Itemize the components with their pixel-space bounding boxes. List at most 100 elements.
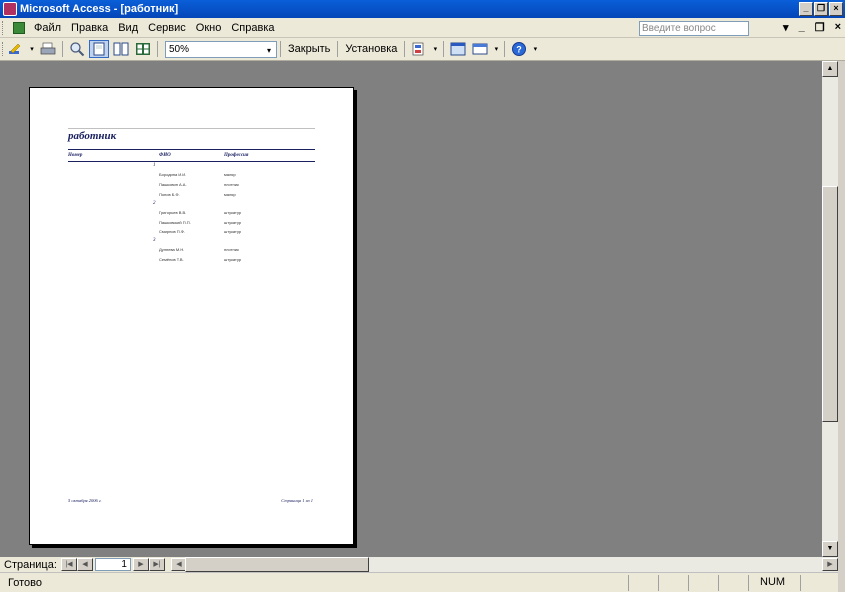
- mdi-close-button[interactable]: ×: [835, 21, 841, 34]
- column-header-number: Номер: [68, 153, 83, 158]
- status-panel: [718, 575, 719, 591]
- row-fio: Бородина И.И.: [159, 172, 187, 177]
- row-profession: плотник: [224, 247, 239, 252]
- row-profession: штукатур: [224, 257, 242, 262]
- row-profession: штукатур: [224, 229, 242, 234]
- menu-edit[interactable]: Правка: [66, 19, 113, 37]
- num-lock-indicator: NUM: [760, 576, 786, 588]
- zoom-combobox[interactable]: 50% ▾: [165, 40, 277, 58]
- toolbar-separator: [504, 41, 506, 57]
- two-pages-icon[interactable]: [111, 40, 131, 58]
- column-header-profession: Профессия: [224, 153, 249, 158]
- minimize-button[interactable]: _: [799, 2, 813, 16]
- status-text: Готово: [8, 576, 42, 589]
- page-setup-button[interactable]: Установка: [341, 43, 401, 55]
- print-icon[interactable]: [38, 40, 58, 58]
- footer-date: 5 октября 2006 г.: [68, 498, 102, 503]
- view-dropdown-icon[interactable]: ▾: [28, 40, 36, 58]
- first-page-icon[interactable]: |◀: [60, 558, 77, 571]
- row-profession: плотник: [224, 182, 239, 187]
- report-top-rule: [68, 128, 315, 129]
- mdi-minimize-button[interactable]: _: [799, 21, 805, 34]
- title-bar: Microsoft Access - [работник] _ ❐ ×: [0, 0, 845, 18]
- new-object-icon[interactable]: [470, 40, 490, 58]
- toolbar-separator: [443, 41, 445, 57]
- toolbar-separator: [62, 41, 63, 57]
- svg-text:?: ?: [517, 45, 523, 55]
- ask-question-input[interactable]: Введите вопрос: [639, 21, 749, 36]
- column-header-fio: ФИО: [159, 153, 171, 158]
- status-panel: [800, 575, 801, 591]
- vertical-scrollbar[interactable]: ▲ ▼: [822, 61, 838, 557]
- office-links-dropdown-icon[interactable]: ▾: [431, 40, 439, 58]
- header-bottom-rule: [68, 161, 315, 162]
- page-label: Страница:: [4, 558, 57, 571]
- horizontal-scroll-thumb[interactable]: [185, 557, 369, 572]
- menu-help[interactable]: Справка: [226, 19, 279, 37]
- multiple-pages-icon[interactable]: [133, 40, 153, 58]
- status-panel: [628, 575, 629, 591]
- status-panel: [688, 575, 689, 591]
- close-preview-button[interactable]: Закрыть: [284, 43, 334, 55]
- last-page-icon[interactable]: ▶|: [148, 558, 165, 571]
- zoom-dropdown-icon[interactable]: ▾: [263, 43, 275, 56]
- header-top-rule: [68, 149, 315, 150]
- group-number: 3: [153, 238, 156, 243]
- window-title: Microsoft Access - [работник]: [20, 3, 179, 15]
- window-border: [838, 61, 845, 592]
- previous-page-icon[interactable]: ◀: [76, 558, 93, 571]
- menu-file[interactable]: Файл: [29, 19, 66, 37]
- scroll-right-icon[interactable]: ▶: [822, 558, 838, 571]
- row-fio: Григорьев В.В.: [159, 210, 187, 215]
- close-button[interactable]: ×: [829, 2, 843, 16]
- row-profession: штукатур: [224, 210, 242, 215]
- row-profession: маляр: [224, 192, 236, 197]
- toolbar-separator: [157, 41, 158, 57]
- horizontal-scrollbar[interactable]: ◀ ▶: [171, 557, 838, 572]
- access-app-icon: [3, 2, 17, 16]
- menu-window[interactable]: Окно: [191, 19, 227, 37]
- help-icon[interactable]: ?: [509, 40, 529, 58]
- toolbar-grip[interactable]: [2, 42, 5, 56]
- one-page-icon[interactable]: [89, 40, 109, 58]
- zoom-value: 50%: [169, 43, 190, 55]
- row-fio: Смирнов П.Ф.: [159, 229, 185, 234]
- row-fio: Пашковский П.П.: [159, 220, 191, 225]
- ask-dropdown-icon[interactable]: ▾: [783, 21, 789, 34]
- mdi-controls: ▾ _ ❐ ×: [783, 21, 841, 34]
- office-links-icon[interactable]: [409, 40, 429, 58]
- status-bar: Готово NUM: [0, 572, 838, 592]
- page-number-input[interactable]: 1: [94, 558, 131, 571]
- database-window-button-icon[interactable]: [448, 40, 468, 58]
- row-fio: Пашковин А.А.: [159, 182, 187, 187]
- row-fio: Семёнов Т.В.: [159, 257, 184, 262]
- group-number: 1: [153, 163, 156, 168]
- menu-view[interactable]: Вид: [113, 19, 143, 37]
- group-number: 2: [153, 201, 156, 206]
- scroll-up-icon[interactable]: ▲: [822, 61, 838, 77]
- row-profession: маляр: [224, 172, 236, 177]
- vertical-scroll-thumb[interactable]: [822, 186, 838, 422]
- toolbar-separator: [280, 41, 281, 57]
- scroll-down-icon[interactable]: ▼: [822, 541, 838, 557]
- menu-tools[interactable]: Сервис: [143, 19, 191, 37]
- mdi-restore-button[interactable]: ❐: [815, 21, 825, 34]
- row-profession: штукатур: [224, 220, 242, 225]
- record-navigation-bar: Страница: |◀ ◀ 1 ▶ ▶| ◀ ▶: [0, 557, 838, 572]
- row-fio: Попов Б.Ф.: [159, 192, 180, 197]
- zoom-magnifier-icon[interactable]: [67, 40, 87, 58]
- database-window-icon[interactable]: [13, 21, 25, 34]
- new-object-dropdown-icon[interactable]: ▾: [492, 40, 500, 58]
- footer-page-number: Страница 1 из 1: [281, 498, 313, 503]
- report-title: работник: [68, 130, 117, 142]
- row-fio: Дулнева М.Н.: [159, 247, 185, 252]
- next-page-icon[interactable]: ▶: [132, 558, 149, 571]
- toolbar-options-icon[interactable]: ▾: [531, 40, 539, 58]
- design-view-icon[interactable]: [6, 40, 26, 58]
- status-panel: [658, 575, 659, 591]
- restore-button[interactable]: ❐: [814, 2, 828, 16]
- report-page[interactable]: работник Номер ФИО Профессия 1 Бородина …: [29, 87, 354, 545]
- toolbar-separator: [337, 41, 339, 57]
- menu-grip[interactable]: [2, 20, 5, 35]
- toolbar-separator: [404, 41, 406, 57]
